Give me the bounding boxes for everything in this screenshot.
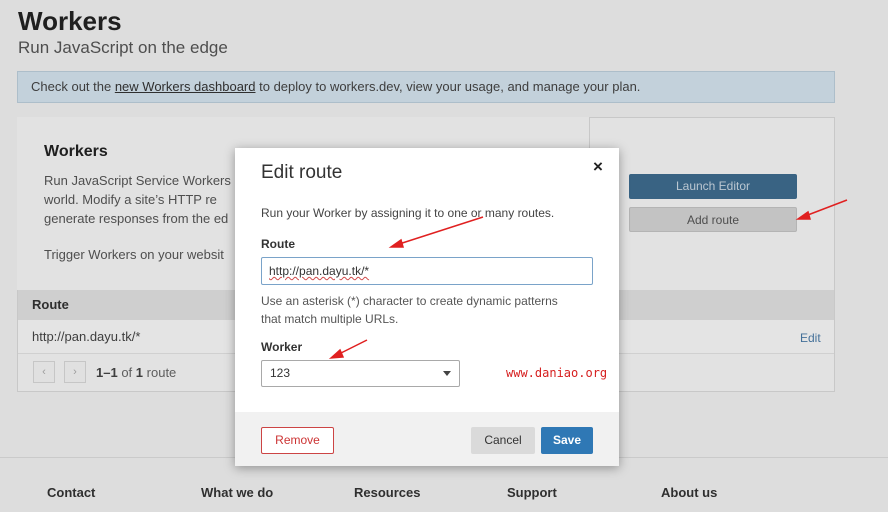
- route-input-value: http://pan.dayu.tk/*: [269, 264, 370, 278]
- route-label: Route: [261, 237, 295, 251]
- modal-intro: Run your Worker by assigning it to one o…: [261, 206, 555, 220]
- route-input[interactable]: http://pan.dayu.tk/*: [261, 257, 593, 285]
- watermark-text: www.daniao.org: [506, 366, 608, 380]
- modal-title: Edit route: [261, 162, 343, 183]
- close-icon[interactable]: ×: [593, 157, 603, 177]
- chevron-down-icon: [443, 371, 451, 376]
- cancel-button[interactable]: Cancel: [471, 427, 535, 454]
- save-button[interactable]: Save: [541, 427, 593, 454]
- route-hint: Use an asterisk (*) character to create …: [261, 292, 591, 328]
- hint-line: Use an asterisk (*) character to create …: [261, 294, 558, 308]
- remove-button[interactable]: Remove: [261, 427, 334, 454]
- worker-select[interactable]: 123: [261, 360, 460, 387]
- worker-select-value: 123: [270, 366, 291, 380]
- worker-label: Worker: [261, 340, 303, 354]
- hint-line: that match multiple URLs.: [261, 312, 399, 326]
